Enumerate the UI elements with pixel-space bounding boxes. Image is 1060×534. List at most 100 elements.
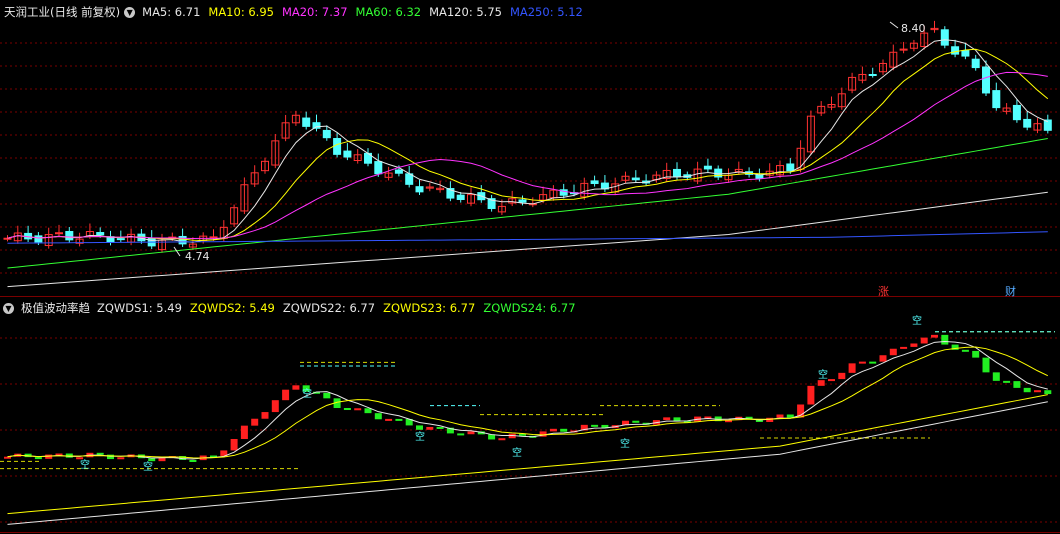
low-price-pointer — [173, 246, 181, 257]
volatility-bar — [879, 355, 887, 362]
ma5-line — [7, 39, 1049, 243]
volatility-bar — [426, 426, 434, 430]
zqwds23-line — [7, 346, 1049, 459]
candle-body — [3, 237, 12, 240]
candle-body — [96, 232, 105, 236]
volatility-bar — [343, 408, 351, 411]
volatility-bar — [457, 433, 465, 436]
volatility-bar — [416, 425, 423, 430]
candle-body — [322, 129, 331, 139]
volatility-bar — [900, 346, 908, 349]
volatility-bar — [323, 392, 331, 399]
volatility-bar — [498, 438, 506, 441]
volatility-bar — [436, 426, 444, 429]
chart-canvas[interactable]: 空空空空空空空空 8.40 4.74 涨 财 — [0, 0, 1060, 534]
volatility-bar — [158, 457, 166, 462]
volatility-bar — [76, 457, 84, 460]
candle-body — [631, 177, 640, 181]
candle-body — [55, 232, 63, 235]
candle-body — [34, 235, 43, 243]
volatility-bar — [374, 413, 382, 420]
volatility-bar — [1013, 381, 1021, 388]
candle-body — [333, 138, 342, 155]
volatility-bar — [1044, 390, 1052, 395]
candle-body — [1023, 118, 1032, 128]
earnings-marker: 财 — [1005, 284, 1016, 298]
volatility-bar — [910, 343, 918, 347]
volatility-bar — [992, 372, 1000, 381]
candle-body — [590, 180, 599, 185]
volatility-bar — [828, 379, 835, 382]
volatility-bar — [148, 458, 156, 462]
zqwds1-line — [7, 394, 1048, 515]
ma20-line — [7, 71, 1048, 240]
short-signal-marker: 空 — [415, 430, 425, 443]
candle-body — [992, 90, 1001, 109]
candle-body — [673, 168, 681, 178]
volatility-bar — [107, 454, 114, 460]
volatility-bar — [117, 457, 125, 460]
volatility-bar — [858, 361, 866, 364]
ma10-line — [7, 48, 1049, 241]
candle-body — [374, 161, 383, 175]
candle-body — [394, 169, 403, 174]
volatility-bar — [817, 380, 825, 386]
volatility-bar — [1003, 380, 1011, 383]
volatility-bar — [271, 400, 279, 413]
volatility-bar — [848, 363, 856, 373]
candle-body — [951, 46, 960, 55]
limit-up-marker: 涨 — [878, 285, 889, 298]
volatility-bar — [663, 417, 671, 421]
volatility-bar — [467, 431, 475, 435]
volatility-bar — [889, 348, 897, 356]
low-price-label: 4.74 — [185, 250, 210, 263]
volatility-bar — [34, 457, 42, 460]
volatility-bar — [282, 389, 290, 401]
candle-body — [312, 122, 321, 129]
volatility-bar — [961, 349, 969, 352]
volatility-bar — [920, 337, 928, 344]
volatility-bar — [395, 418, 403, 421]
volatility-bar — [1034, 390, 1041, 393]
volatility-bar — [240, 425, 248, 439]
candle-body — [343, 150, 352, 158]
candle-body — [703, 165, 712, 170]
volatility-bar — [1023, 387, 1031, 393]
volatility-bar — [673, 417, 681, 422]
volatility-bar — [96, 452, 104, 455]
indicator-area: 空空空空空空空空 — [0, 314, 1055, 525]
short-signal-marker: 空 — [302, 387, 312, 400]
candle-body — [518, 199, 527, 203]
candlestick-area — [3, 20, 1052, 288]
short-signal-marker: 空 — [912, 314, 922, 327]
grid-lines — [0, 42, 1060, 523]
candle-body — [456, 194, 465, 200]
volatility-bar — [251, 418, 259, 426]
candle-body — [982, 66, 990, 94]
volatility-bar — [549, 428, 557, 432]
candle-body — [178, 235, 187, 245]
volatility-bar — [982, 357, 990, 373]
volatility-bar — [807, 385, 815, 405]
zqwds2-line — [7, 401, 1048, 525]
volatility-bar — [632, 420, 640, 423]
volatility-bar — [189, 459, 197, 462]
candle-body — [65, 230, 74, 241]
volatility-bar — [972, 350, 980, 358]
candle-body — [116, 238, 125, 241]
short-signal-marker: 空 — [143, 460, 153, 473]
candle-body — [209, 236, 218, 239]
volatility-bar — [591, 424, 599, 427]
short-signal-marker: 空 — [512, 446, 522, 459]
volatility-bar — [560, 428, 568, 432]
short-signal-marker: 空 — [80, 458, 90, 471]
short-signal-marker: 空 — [818, 368, 828, 381]
volatility-bar — [869, 361, 877, 364]
candle-body — [755, 174, 764, 179]
volatility-bar — [354, 408, 362, 411]
short-signal-marker: 空 — [620, 437, 630, 450]
volatility-bar — [292, 385, 300, 390]
high-price-pointer — [889, 21, 899, 29]
volatility-bar — [776, 414, 784, 418]
volatility-bar — [385, 418, 393, 421]
